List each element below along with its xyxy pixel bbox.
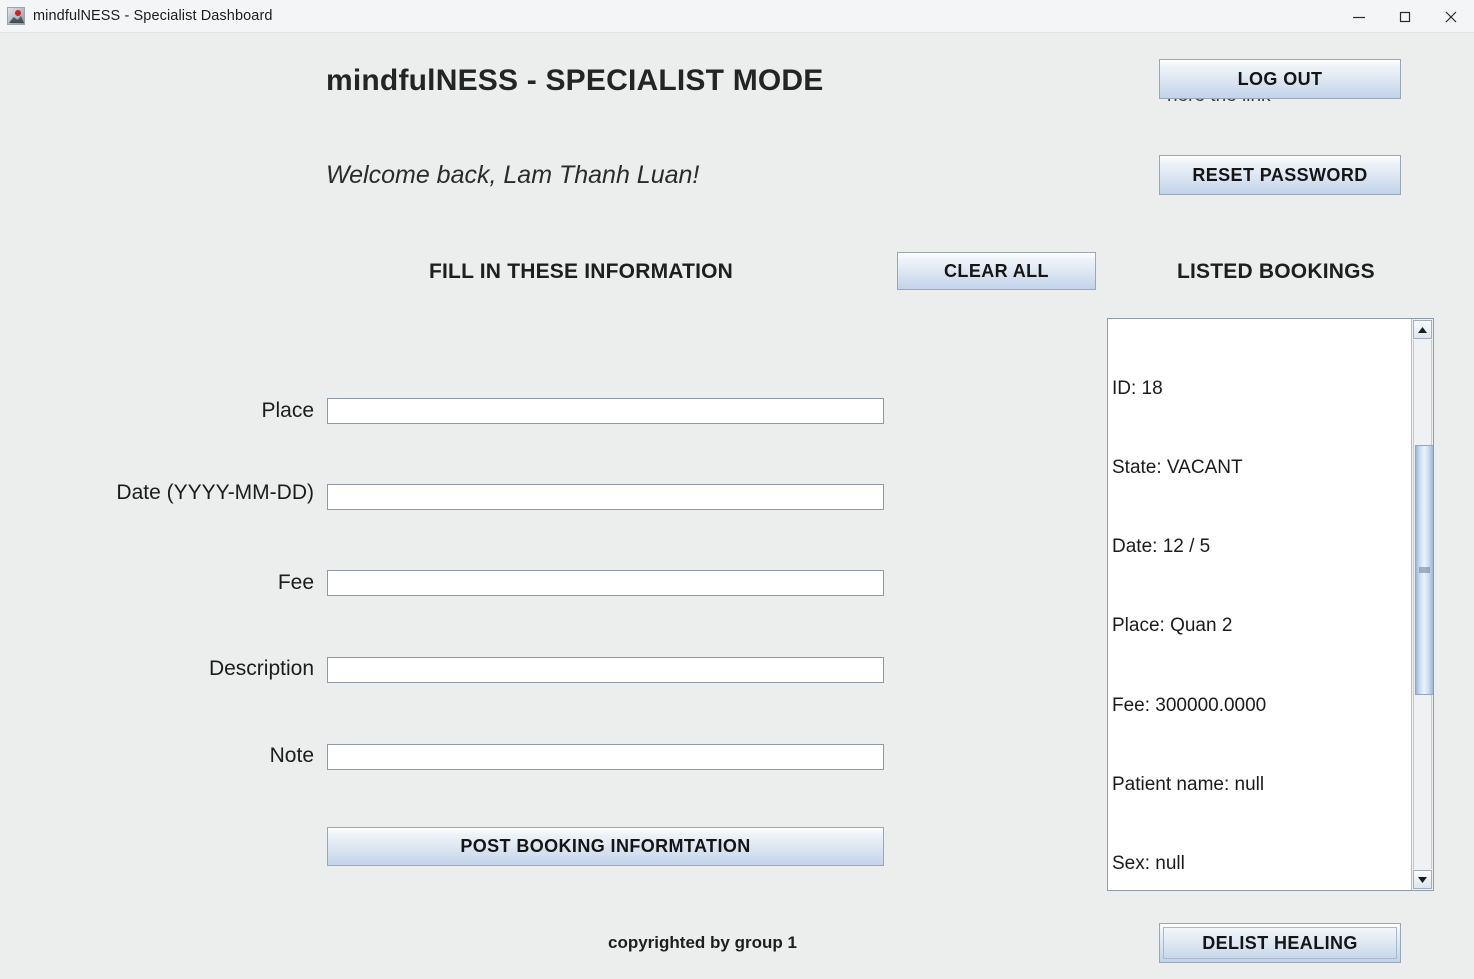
bookings-scrollbar[interactable] xyxy=(1411,319,1433,890)
booking-field-place: Place: Quan 2 xyxy=(1112,615,1233,637)
page-title: mindfulNESS - SPECIALIST MODE xyxy=(326,64,824,97)
field-label-fee: Fee xyxy=(277,571,314,594)
booking-field-sex: Sex: null xyxy=(1112,853,1185,875)
bookings-section-title: LISTED BOOKINGS xyxy=(1177,260,1375,283)
place-input[interactable] xyxy=(327,398,884,424)
form-section-title: FILL IN THESE INFORMATION xyxy=(429,260,734,283)
close-icon[interactable] xyxy=(1428,0,1474,33)
scroll-down-icon[interactable] xyxy=(1413,870,1432,889)
booking-field-date: Date: 12 / 5 xyxy=(1112,536,1211,558)
field-label-description: Description xyxy=(208,657,314,680)
booking-field-id: ID: 18 xyxy=(1112,377,1163,399)
delist-healing-button[interactable]: DELIST HEALING xyxy=(1159,923,1401,963)
booking-field-state: State: VACANT xyxy=(1112,457,1243,479)
specialist-dashboard-window: mindfulNESS - Specialist Dashboard mindf… xyxy=(0,0,1474,979)
booking-field-patient: Patient name: null xyxy=(1112,773,1265,795)
scroll-up-icon[interactable] xyxy=(1413,320,1432,339)
clear-all-button[interactable]: CLEAR ALL xyxy=(897,252,1096,290)
bookings-list: ID: 18 State: VACANT Date: 12 / 5 Place:… xyxy=(1108,319,1411,890)
reset-password-button[interactable]: RESET PASSWORD xyxy=(1159,155,1401,195)
post-booking-button[interactable]: POST BOOKING INFORMTATION xyxy=(327,827,884,866)
field-label-place: Place xyxy=(261,399,314,422)
minimize-icon[interactable] xyxy=(1336,0,1382,33)
note-input[interactable] xyxy=(327,744,884,770)
field-label-note: Note xyxy=(269,744,314,767)
copyright-text: copyrighted by group 1 xyxy=(608,933,797,952)
maximize-icon[interactable] xyxy=(1382,0,1428,33)
window-titlebar: mindfulNESS - Specialist Dashboard xyxy=(0,0,1474,33)
log-out-button[interactable]: LOG OUT xyxy=(1159,59,1401,99)
description-input[interactable] xyxy=(327,657,884,683)
field-label-date: Date (YYYY-MM-DD) xyxy=(116,481,314,504)
date-input[interactable] xyxy=(327,484,884,510)
fee-input[interactable] xyxy=(327,570,884,596)
scrollbar-grip-icon xyxy=(1419,567,1430,573)
welcome-message: Welcome back, Lam Thanh Luan! xyxy=(326,161,700,189)
window-controls xyxy=(1336,0,1474,33)
app-icon xyxy=(7,7,25,25)
booking-field-fee: Fee: 300000.0000 xyxy=(1112,694,1267,716)
scrollbar-track[interactable] xyxy=(1413,340,1433,869)
window-title: mindfulNESS - Specialist Dashboard xyxy=(33,8,273,24)
listed-bookings-panel[interactable]: ID: 18 State: VACANT Date: 12 / 5 Place:… xyxy=(1107,318,1434,891)
scrollbar-thumb[interactable] xyxy=(1415,445,1433,695)
